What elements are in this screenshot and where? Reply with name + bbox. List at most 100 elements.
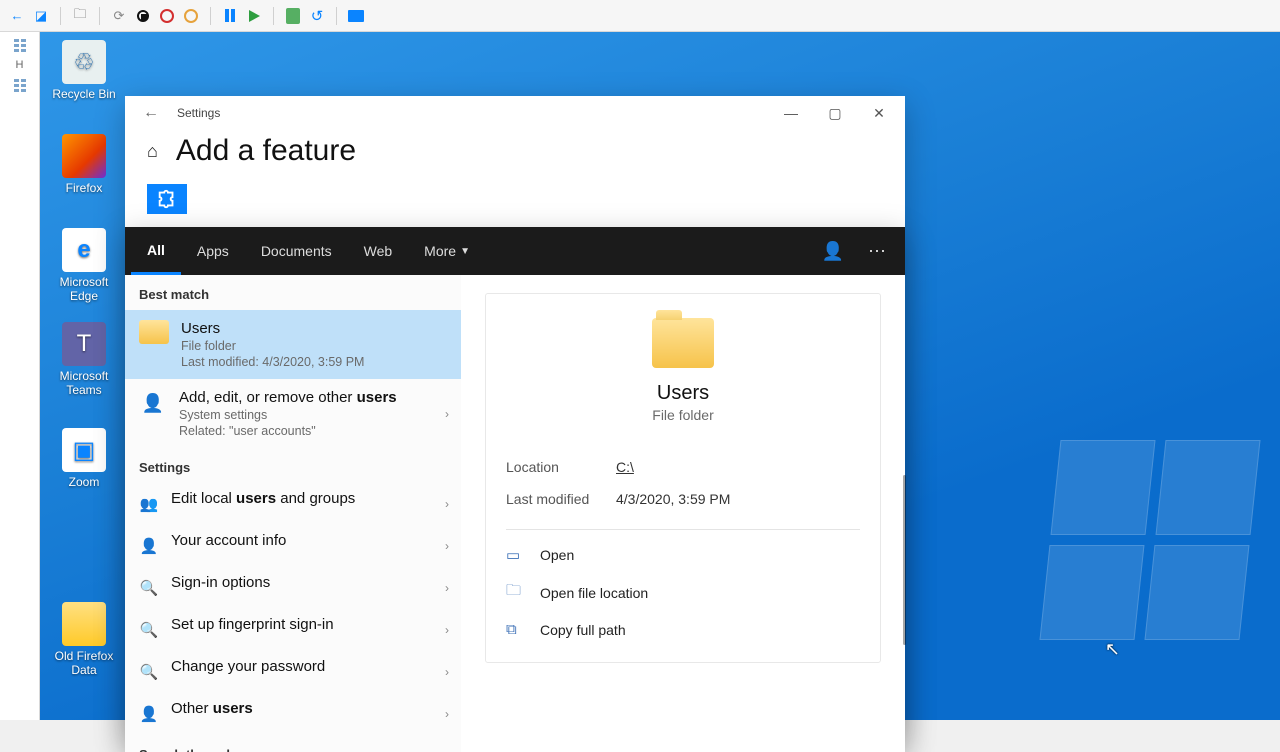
- side-hint: H: [11, 58, 29, 72]
- desktop-icon-teams[interactable]: T Microsoft Teams: [48, 322, 120, 397]
- app-toolbar: ← ◪ 🗀 ⟳ ↺: [0, 0, 1280, 32]
- toolbar-pause-icon[interactable]: [221, 7, 239, 25]
- detail-location-row: Location C:\: [506, 451, 860, 483]
- old-firefox-icon: [62, 602, 106, 646]
- side-table-icon[interactable]: [11, 38, 29, 52]
- toolbar-back-icon[interactable]: ←: [8, 7, 26, 25]
- result-detail-pane: Users File folder Location C:\ Last modi…: [461, 275, 905, 752]
- desktop-icon-recycle-bin[interactable]: ♲ Recycle Bin: [48, 40, 120, 101]
- settings-item-label: Edit local users and groups: [171, 490, 355, 507]
- feedback-icon[interactable]: 👤: [811, 227, 855, 275]
- desktop-icon-old-firefox[interactable]: Old Firefox Data: [48, 602, 120, 677]
- toolbar-window-icon[interactable]: ◪: [32, 7, 50, 25]
- home-icon[interactable]: ⌂: [147, 141, 158, 162]
- settings-item-icon: 👤: [139, 532, 159, 560]
- result-subtitle: File folder: [181, 339, 364, 353]
- meta-value: 4/3/2020, 3:59 PM: [616, 491, 730, 507]
- side-table-icon[interactable]: [11, 78, 29, 92]
- desktop-icon-zoom[interactable]: ▣Zoom: [48, 428, 120, 489]
- tab-apps[interactable]: Apps: [181, 227, 245, 275]
- side-panel: H: [0, 32, 40, 720]
- result-subtitle: System settings: [179, 408, 397, 422]
- edge-icon: e: [62, 228, 106, 272]
- toolbar-play-icon[interactable]: [245, 7, 263, 25]
- chevron-right-icon: ›: [445, 497, 449, 511]
- desktop-icon-label: Microsoft Teams: [48, 369, 120, 397]
- toolbar-separator: [336, 7, 337, 25]
- tab-more[interactable]: More▼: [408, 227, 486, 275]
- result-users-folder[interactable]: Users File folder Last modified: 4/3/202…: [125, 310, 461, 379]
- results-list: Best match Users File folder Last modifi…: [125, 275, 461, 752]
- toolbar-refresh-icon[interactable]: ⟳: [110, 7, 128, 25]
- desktop-icon-label: Firefox: [48, 181, 120, 195]
- result-related: Related: "user accounts": [179, 424, 397, 438]
- titlebar: ← Settings — ▢ ✕: [125, 96, 905, 130]
- desktop-icon-firefox[interactable]: Firefox: [48, 134, 120, 195]
- settings-result-0[interactable]: 👥 Edit local users and groups ›: [125, 483, 461, 525]
- settings-result-1[interactable]: 👤 Your account info ›: [125, 525, 461, 567]
- teams-icon: T: [62, 322, 106, 366]
- toolbar-power-icon[interactable]: [182, 7, 200, 25]
- desktop-icon-label: Zoom: [48, 475, 120, 489]
- settings-item-icon: 👥: [139, 490, 159, 518]
- location-link[interactable]: C:\: [616, 459, 634, 475]
- toolbar-open-icon[interactable]: 🗀: [71, 7, 89, 25]
- settings-item-label: Set up fingerprint sign-in: [171, 616, 334, 633]
- section-best-match: Best match: [125, 275, 461, 310]
- more-options-icon[interactable]: ⋯: [855, 227, 899, 275]
- page-title: Add a feature: [176, 134, 356, 168]
- divider: [506, 529, 860, 530]
- toolbar-display-icon[interactable]: [347, 7, 365, 25]
- tab-documents[interactable]: Documents: [245, 227, 348, 275]
- toolbar-undo-icon[interactable]: ↺: [308, 7, 326, 25]
- start-search-panel: All Apps Documents Web More▼ 👤 ⋯ Best ma…: [125, 227, 905, 752]
- section-settings: Settings: [125, 448, 461, 483]
- toolbar-separator: [273, 7, 274, 25]
- back-button[interactable]: ←: [129, 104, 173, 122]
- desktop-icon-edge[interactable]: eMicrosoft Edge: [48, 228, 120, 303]
- close-button[interactable]: ✕: [857, 98, 901, 128]
- chevron-right-icon: ›: [445, 707, 449, 721]
- settings-result-4[interactable]: 🔍Change your password›: [125, 651, 461, 693]
- settings-item-label: Your account info: [171, 532, 286, 549]
- settings-result-2[interactable]: 🔍 Sign-in options ›: [125, 567, 461, 609]
- result-title: Add, edit, or remove other users: [179, 389, 397, 406]
- action-open[interactable]: ▭ Open: [506, 538, 860, 572]
- recycle-bin-icon: ♲: [62, 40, 106, 84]
- toolbar-separator: [60, 7, 61, 25]
- toolbar-stop-icon[interactable]: [134, 7, 152, 25]
- settings-result-5[interactable]: 👤Other users›: [125, 693, 461, 735]
- settings-item-label: Change your password: [171, 658, 325, 675]
- tab-all[interactable]: All: [131, 227, 181, 275]
- minimize-button[interactable]: —: [769, 98, 813, 128]
- toolbar-record-icon[interactable]: [158, 7, 176, 25]
- desktop-icon-label: Old Firefox Data: [48, 649, 120, 677]
- folder-icon: [139, 320, 169, 344]
- chevron-right-icon: ›: [445, 539, 449, 553]
- feature-tile[interactable]: [147, 184, 187, 214]
- chevron-right-icon: ›: [445, 407, 449, 421]
- folder-open-icon: 🗀: [506, 580, 524, 605]
- action-open-location[interactable]: 🗀 Open file location: [506, 572, 860, 613]
- toolbar-snapshot-icon[interactable]: [284, 7, 302, 25]
- result-other-users-setting[interactable]: 👤 Add, edit, or remove other users Syste…: [125, 379, 461, 448]
- desktop-icon-label: Recycle Bin: [48, 87, 120, 101]
- windows-logo-icon: [1039, 440, 1260, 640]
- section-search-web: Search the web: [125, 735, 461, 752]
- folder-icon: [652, 318, 714, 368]
- maximize-button[interactable]: ▢: [813, 98, 857, 128]
- action-copy-path[interactable]: ⧉ Copy full path: [506, 613, 860, 646]
- detail-title: Users: [506, 382, 860, 405]
- toolbar-separator: [210, 7, 211, 25]
- tab-web[interactable]: Web: [348, 227, 409, 275]
- desktop[interactable]: ↖ ♲Recycle BinFirefoxeMicrosoft EdgeTMic…: [40, 32, 1280, 720]
- chevron-right-icon: ›: [445, 623, 449, 637]
- chevron-right-icon: ›: [445, 581, 449, 595]
- scrollbar[interactable]: [903, 475, 906, 645]
- settings-result-3[interactable]: 🔍Set up fingerprint sign-in›: [125, 609, 461, 651]
- settings-item-icon: 🔍: [139, 574, 159, 602]
- settings-item-label: Sign-in options: [171, 574, 270, 591]
- settings-item-icon: 👤: [139, 700, 159, 728]
- person-add-icon: 👤: [139, 389, 167, 417]
- copy-icon: ⧉: [506, 621, 524, 638]
